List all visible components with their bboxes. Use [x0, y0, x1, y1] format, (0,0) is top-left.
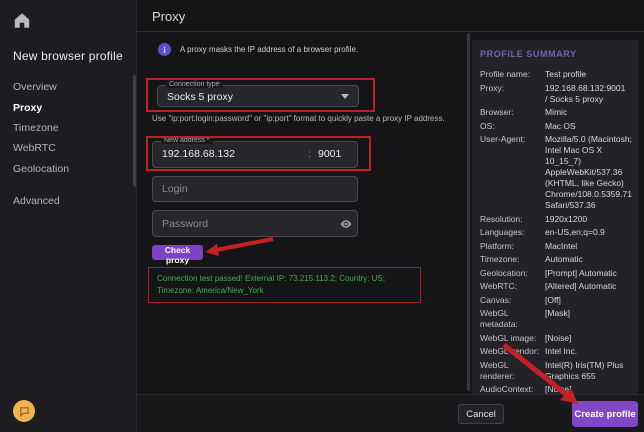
check-proxy-button[interactable]: Check proxy [152, 245, 203, 260]
show-password-eye-icon[interactable] [339, 217, 353, 231]
summary-row: Timezone: Automatic [480, 254, 630, 265]
help-chat-button[interactable] [13, 400, 35, 422]
sidebar-item-label: Overview [13, 81, 57, 93]
summary-row: WebRTC: [Altered] Automatic [480, 281, 630, 292]
info-icon: i [158, 43, 171, 56]
sidebar-item[interactable]: WebRTC [13, 138, 123, 158]
summary-row-label: WebGL vendor: [480, 346, 545, 357]
connection-test-result: Connection test passed! External IP: 73.… [148, 267, 421, 303]
summary-row-value: [Mask] [545, 308, 630, 330]
summary-row-label: WebGL renderer: [480, 360, 545, 382]
summary-row-value: Intel(R) Iris(TM) Plus Graphics 655 [545, 360, 630, 382]
summary-row: User-Agent: Mozilla/5.0 (Macintosh; Inte… [480, 134, 630, 211]
sidebar-nav: Overview Proxy Timezone WebRTC Geolocation Ad… [13, 77, 123, 211]
summary-row-value: [Altered] Automatic [545, 281, 630, 292]
summary-row-label: Timezone: [480, 254, 545, 265]
summary-row-value: [Noise] [545, 333, 630, 344]
create-profile-button[interactable]: Create profile [572, 401, 638, 427]
summary-row: Geolocation: [Prompt] Automatic [480, 268, 630, 279]
summary-row: Resolution: 1920x1200 [480, 214, 630, 225]
summary-row-label: Languages: [480, 227, 545, 238]
address-label: New address * [161, 137, 213, 144]
summary-row-value: 192.168.68.132:9001 / Socks 5 proxy [545, 83, 630, 105]
profile-summary-rows: Profile name: Test profile Proxy: 192.16… [480, 69, 630, 400]
summary-row: Browser: Mimic [480, 107, 630, 118]
summary-row-label: Canvas: [480, 295, 545, 306]
summary-row-value: 1920x1200 [545, 214, 630, 225]
summary-row-label: Profile name: [480, 69, 545, 80]
profile-summary-panel: PROFILE SUMMARY Profile name: Test profi… [472, 40, 638, 400]
summary-row-label: Browser: [480, 107, 545, 118]
summary-row-value: Test profile [545, 69, 630, 80]
summary-row-label: WebRTC: [480, 281, 545, 292]
summary-row-value: [Prompt] Automatic [545, 268, 630, 279]
summary-row-value: MacIntel [545, 241, 630, 252]
summary-row: WebGL renderer: Intel(R) Iris(TM) Plus G… [480, 360, 630, 382]
summary-row-value: Automatic [545, 254, 630, 265]
summary-row-label: Resolution: [480, 214, 545, 225]
sidebar-item[interactable]: Advanced [13, 191, 123, 211]
summary-row: Platform: MacIntel [480, 241, 630, 252]
summary-row-label: User-Agent: [480, 134, 545, 211]
summary-row: WebGL image: [Noise] [480, 333, 630, 344]
summary-row-label: Proxy: [480, 83, 545, 105]
summary-row-label: Platform: [480, 241, 545, 252]
annotation-arrow-check-proxy [205, 239, 273, 256]
summary-row: Languages: en-US,en;q=0.9 [480, 227, 630, 238]
summary-row: Canvas: [Off] [480, 295, 630, 306]
summary-row-value: Mac OS [545, 121, 630, 132]
sidebar-scrollbar[interactable] [133, 75, 136, 187]
connection-type-value: Socks 5 proxy [167, 91, 233, 103]
summary-row: WebGL metadata: [Mask] [480, 308, 630, 330]
summary-row-value: en-US,en;q=0.9 [545, 227, 630, 238]
sidebar-item[interactable]: Geolocation [13, 159, 123, 179]
summary-row-label: Geolocation: [480, 268, 545, 279]
footer-bar: Cancel Create profile [137, 394, 644, 432]
connection-type-label: Connection type [166, 81, 223, 88]
summary-row-label: WebGL image: [480, 333, 545, 344]
proxy-address-field: New address * : [152, 141, 358, 168]
address-ip-input[interactable] [162, 148, 297, 160]
profile-summary-heading: PROFILE SUMMARY [480, 49, 630, 59]
sidebar-item-label: Proxy [13, 102, 42, 114]
new-browser-profile-window: New browser profile Overview Proxy Timezon… [0, 0, 644, 432]
sidebar-item-label: Advanced [13, 195, 60, 207]
main-scrollbar[interactable] [467, 33, 470, 391]
address-separator: : [308, 148, 311, 160]
summary-row-value: Mimic [545, 107, 630, 118]
password-input[interactable] [152, 210, 358, 237]
sidebar-item[interactable]: Timezone [13, 118, 123, 138]
home-icon[interactable] [13, 12, 33, 30]
summary-row-label: OS: [480, 121, 545, 132]
info-banner: i A proxy masks the IP address of a brow… [158, 43, 358, 56]
login-input[interactable] [152, 176, 358, 202]
chat-bubble-icon [19, 406, 30, 417]
header-divider [137, 31, 644, 32]
cancel-button[interactable]: Cancel [458, 404, 504, 424]
summary-row: Profile name: Test profile [480, 69, 630, 80]
summary-row-value: [Off] [545, 295, 630, 306]
sidebar-item-label: Timezone [13, 122, 59, 134]
info-text: A proxy masks the IP address of a browse… [180, 45, 358, 54]
summary-row-value: Intel Inc. [545, 346, 630, 357]
section-title: Proxy [152, 9, 185, 24]
summary-row-value: Mozilla/5.0 (Macintosh; Intel Mac OS X 1… [545, 134, 632, 211]
sidebar-item-label: Geolocation [13, 163, 69, 175]
summary-row: Proxy: 192.168.68.132:9001 / Socks 5 pro… [480, 83, 630, 105]
page-title: New browser profile [13, 49, 123, 63]
format-hint-text: Use "ip:port:login:password" or "ip:port… [152, 114, 452, 123]
sidebar-item-label: WebRTC [13, 142, 56, 154]
summary-row: OS: Mac OS [480, 121, 630, 132]
address-port-input[interactable] [318, 148, 353, 160]
sidebar: New browser profile Overview Proxy Timezon… [0, 0, 137, 432]
sidebar-item[interactable]: Proxy [13, 97, 123, 117]
summary-row-label: WebGL metadata: [480, 308, 545, 330]
chevron-down-icon [341, 94, 349, 99]
sidebar-item[interactable]: Overview [13, 77, 123, 97]
connection-type-select[interactable]: Connection type Socks 5 proxy [157, 85, 359, 107]
summary-row: WebGL vendor: Intel Inc. [480, 346, 630, 357]
